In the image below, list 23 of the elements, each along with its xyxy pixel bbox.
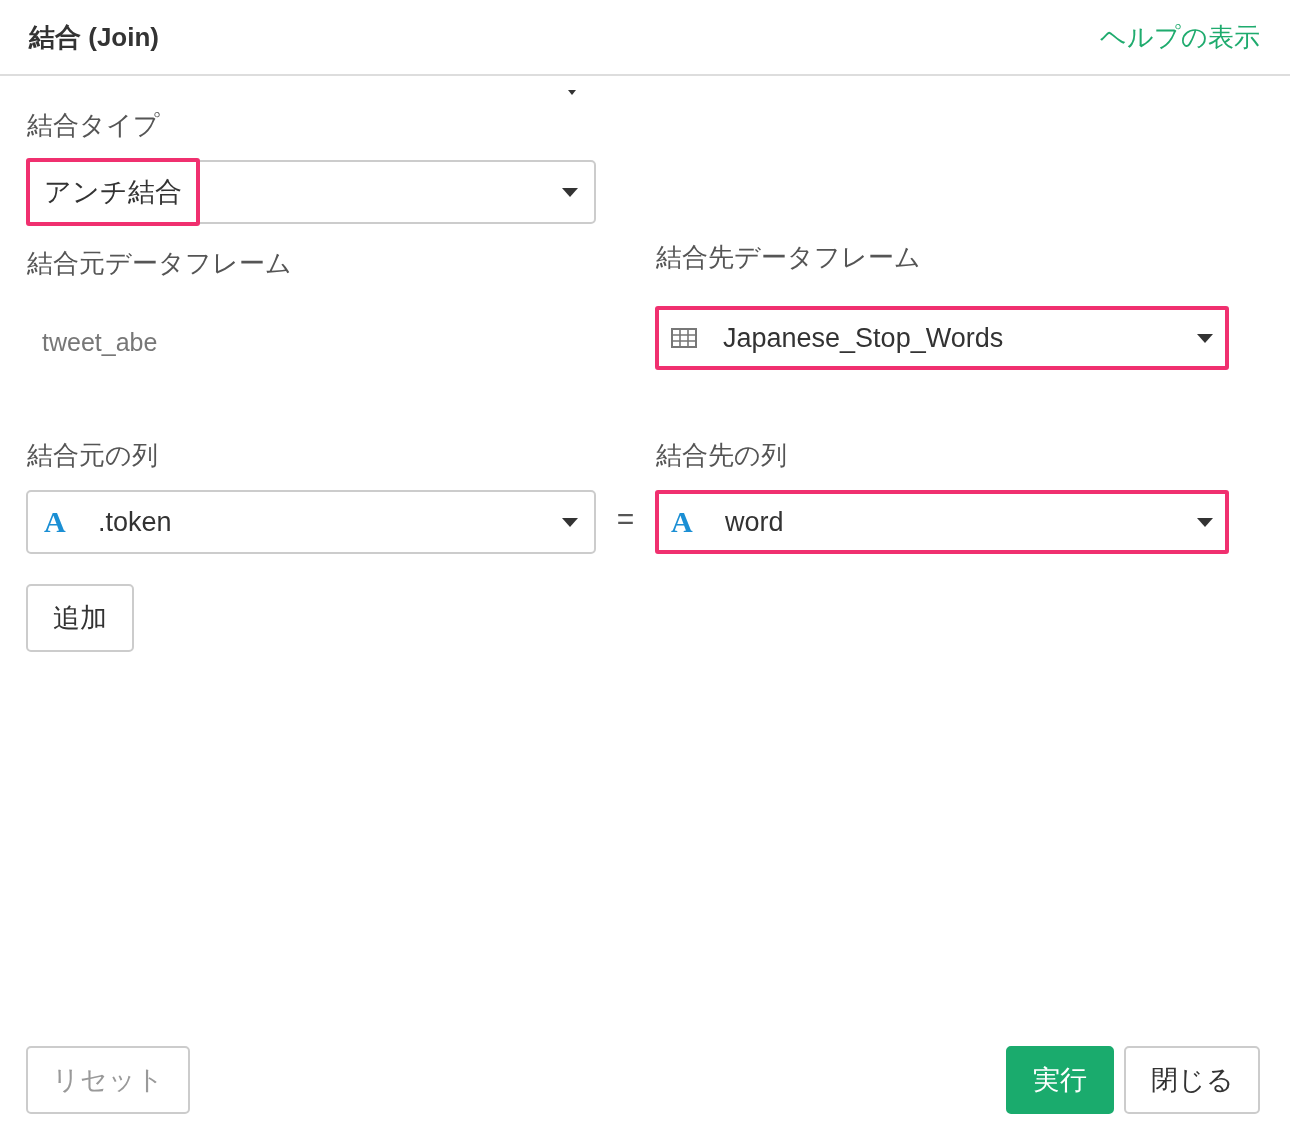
field-label: 結合タイプ [27,109,161,142]
equals-sign: = [616,502,635,536]
table-icon [671,328,697,348]
source-column-select[interactable]: A .token [26,490,596,554]
selected-value: アンチ結合 [26,158,200,226]
target-frame-select[interactable]: Japanese_Stop_Words [655,306,1229,370]
source-frame-value: tweet_abe [42,328,159,357]
caret-icon [562,187,578,197]
join-type-select[interactable]: アンチ結合 [26,160,596,224]
caret-icon [562,517,578,527]
add-button[interactable]: 追加 [26,584,134,652]
text-type-icon: A [671,505,697,539]
field-label: 結合元の列 [27,439,159,472]
field-label: 結合元データフレーム [27,247,293,280]
field-label: 結合先の列 [656,439,788,472]
caret-icon [568,89,576,95]
close-button[interactable]: 閉じる [1124,1046,1260,1114]
caret-icon [1197,517,1213,527]
target-column-select[interactable]: A word [655,490,1229,554]
text-type-icon: A [44,505,70,539]
caret-icon [1197,333,1213,343]
field-label: 結合先データフレーム [656,241,922,274]
dialog-title: 結合 (Join) [29,20,159,54]
